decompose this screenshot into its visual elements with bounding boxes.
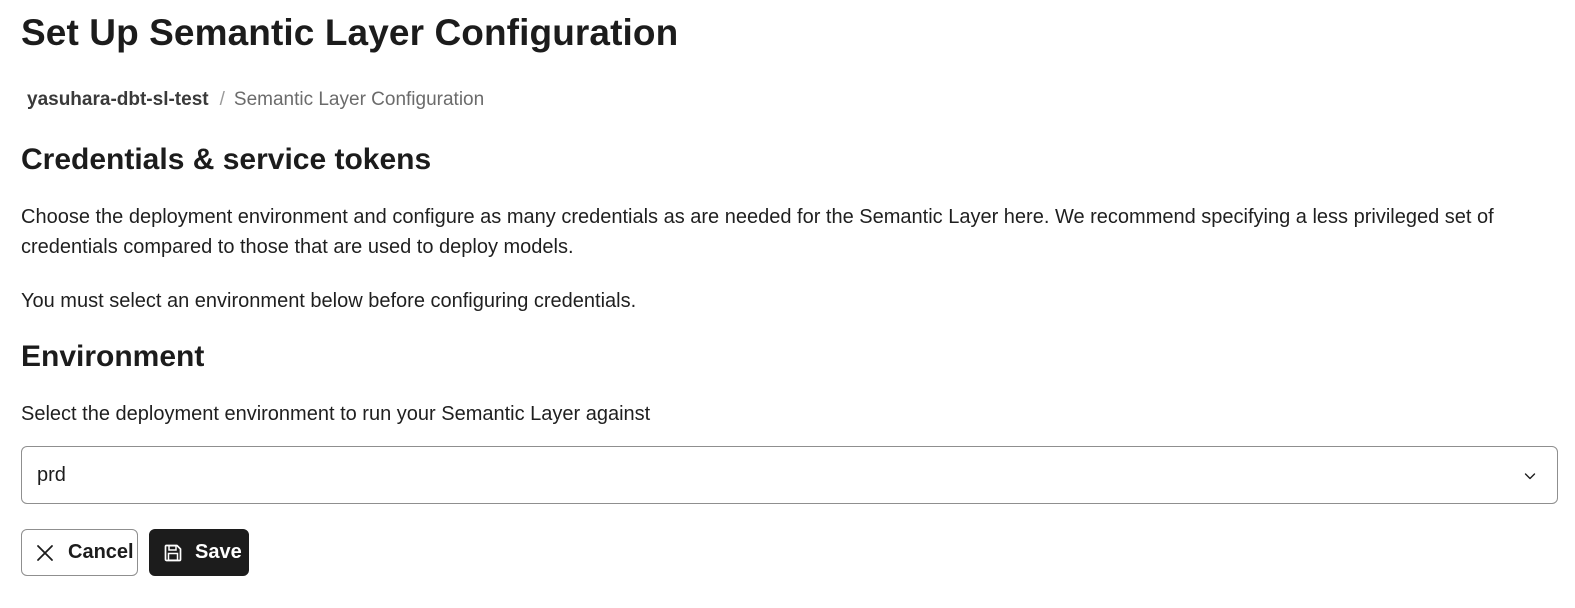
breadcrumb: yasuhara-dbt-sl-test / Semantic Layer Co… [27, 89, 484, 111]
page-title: Set Up Semantic Layer Configuration [21, 12, 679, 53]
credentials-description: Choose the deployment environment and co… [21, 206, 1494, 258]
breadcrumb-current: Semantic Layer Configuration [233, 89, 485, 110]
floppy-disk-icon [163, 543, 183, 563]
environment-select[interactable]: prd [21, 446, 1558, 504]
environment-description: Select the deployment environment to run… [21, 403, 651, 425]
breadcrumb-separator: / [219, 89, 225, 110]
save-button-label: Save [195, 541, 242, 563]
cancel-button-label: Cancel [68, 541, 134, 563]
close-icon [35, 543, 55, 563]
credentials-heading: Credentials & service tokens [21, 143, 432, 176]
environment-select-value: prd [37, 463, 66, 486]
breadcrumb-project[interactable]: yasuhara-dbt-sl-test [27, 89, 209, 111]
save-button[interactable]: Save [149, 529, 249, 576]
chevron-down-icon [1522, 468, 1538, 484]
environment-heading: Environment [21, 340, 205, 373]
cancel-button[interactable]: Cancel [21, 529, 138, 576]
credentials-notice: You must select an environment below bef… [21, 290, 637, 312]
